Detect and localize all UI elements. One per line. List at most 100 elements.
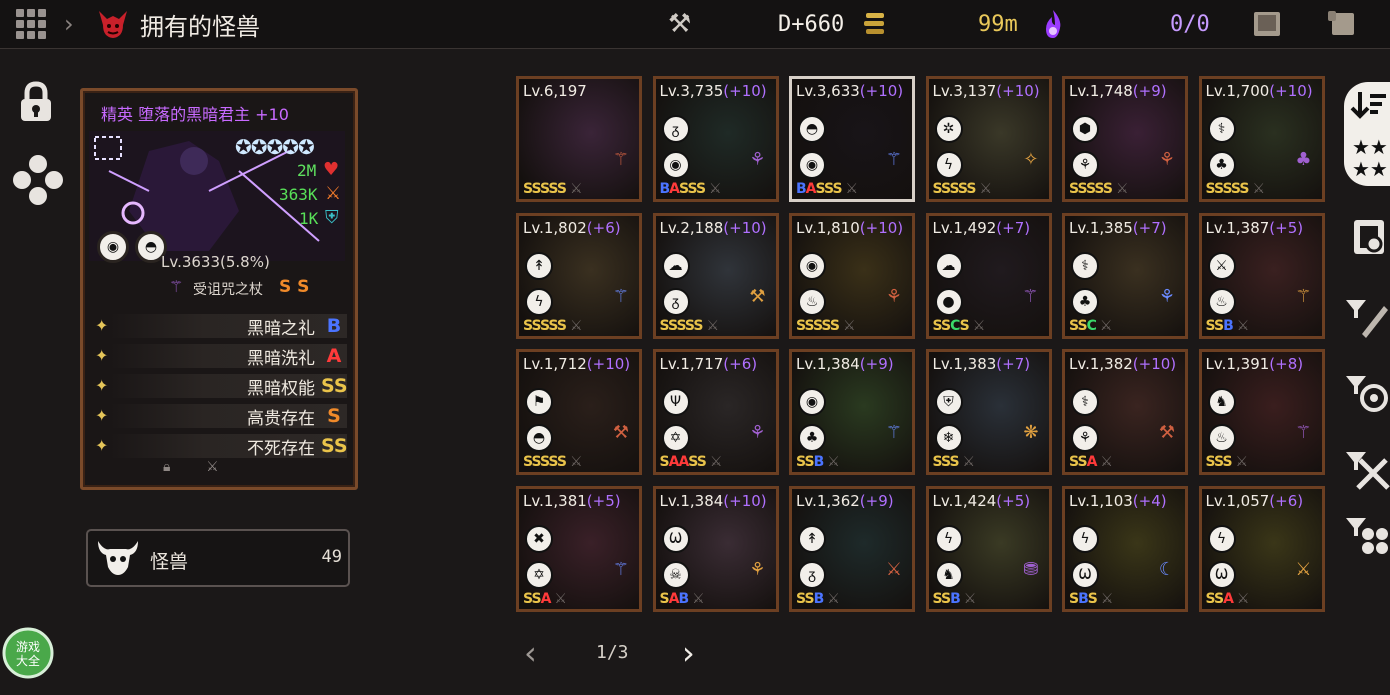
trait-icon: ♞: [1207, 388, 1236, 416]
crossed-swords-icon: ⚔: [569, 454, 583, 470]
monster-slot[interactable]: Lv.1,385(+7) ⚕ ♣ ⚘ SSC ⚔: [1062, 212, 1188, 339]
monster-level: Lv.1,492(+7): [933, 219, 1031, 237]
weapon-icon: ⚚: [885, 149, 902, 170]
grade-badges: SSSSS ⚔: [523, 317, 582, 334]
chevron-right-icon: ›: [64, 10, 74, 38]
monster-slot[interactable]: Lv.1,712(+10) ⚑ ◓ ⚒ SSSSS ⚔: [516, 349, 642, 475]
filter-swords-icon[interactable]: [1344, 446, 1390, 496]
weapon-icon: ❋: [1023, 422, 1039, 443]
trait-icon: ᵹ: [661, 115, 690, 143]
monster-slot[interactable]: Lv.1,492(+7) ☁ ● ⚚ SSCS ⚔: [925, 212, 1052, 339]
crossed-swords-icon: ⚔: [1236, 590, 1250, 607]
monster-level: Lv.1,802(+6): [523, 219, 621, 237]
skill-row[interactable]: ✦ 黑暗洗礼 A: [89, 341, 347, 371]
staff-icon: ⚚: [169, 277, 184, 296]
monster-slot[interactable]: Lv.1,810(+10) ◉ ♨ ⚘ SSSSS ⚔: [789, 212, 915, 339]
monster-category-label: 怪兽: [150, 551, 189, 573]
filter-weapon-icon[interactable]: [1344, 294, 1390, 344]
trait-icon: ↟: [525, 251, 553, 280]
skill-name: 黑暗权能: [247, 378, 315, 399]
monster-level: Lv.1,381(+5): [523, 492, 621, 510]
shield-icon: ⛨: [325, 207, 339, 228]
dpad-icon[interactable]: [10, 152, 66, 208]
screenshot-icon[interactable]: [1344, 212, 1390, 262]
monster-slot[interactable]: Lv.1,382(+10) ⚕ ⚘ ⚒ SSA ⚔: [1062, 349, 1188, 475]
monster-slot[interactable]: Lv.1,384(+9) ◉ ♣ ⚚ SSB ⚔: [789, 349, 915, 475]
star-rating: ✪✪✪✪✪: [235, 135, 315, 159]
monster-slot[interactable]: Lv.1,802(+6) ↟ ϟ ⚚ SSSSS ⚔: [516, 212, 642, 339]
trait-icon: ⚔: [1207, 251, 1236, 280]
weapon-icon: ⚒: [749, 285, 766, 307]
trait-icon: ♨: [1207, 287, 1236, 316]
trait-icon: Ѡ: [1071, 560, 1099, 589]
monster-slot[interactable]: Lv.1,700(+10) ⚕ ♣ ♣ SSSSS ⚔: [1198, 76, 1325, 202]
bull-skull-icon: [98, 541, 138, 575]
monster-slot[interactable]: Lv.1,057(+6) ϟ Ѡ ⚔ SSA ⚔: [1198, 485, 1325, 612]
grid-menu-icon[interactable]: [16, 0, 50, 48]
sort-icon[interactable]: [1344, 82, 1390, 132]
monster-slot[interactable]: Lv.3,735(+10) ᵹ ◉ ⚘ BASSS ⚔: [652, 76, 779, 202]
monster-slot[interactable]: Lv.1,424(+5) ϟ ♞ ⛃ SSB ⚔: [925, 485, 1052, 612]
svg-text:★★: ★★: [1352, 135, 1388, 159]
flame-icon: [1040, 0, 1066, 48]
monster-slot[interactable]: Lv.3,137(+10) ✲ ϟ ✧ SSSSS ⚔: [925, 76, 1052, 202]
monster-slot[interactable]: Lv.1,362(+9) ↟ ᵹ ⚔ SSB ⚔: [789, 485, 915, 612]
filter-target-icon[interactable]: [1344, 370, 1390, 420]
next-page-button[interactable]: ›: [682, 634, 695, 672]
trait-icon-1[interactable]: ◉: [97, 231, 129, 263]
monster-level: Lv.1,385(+7): [1069, 219, 1167, 237]
hammer-icon[interactable]: ⚒: [668, 0, 691, 48]
weapon-icon: ⚒: [1158, 422, 1175, 443]
scroll-icon[interactable]: [1326, 0, 1360, 48]
sort-panel: ★★ ★★: [1344, 82, 1390, 186]
monster-slot[interactable]: Lv.1,384(+10) Ѡ ☠ ⚘ SAB ⚔: [652, 485, 779, 612]
monster-slot[interactable]: Lv.1,383(+7) ⛨ ❄ ❋ SSS ⚔: [925, 349, 1052, 475]
filter-dots-icon[interactable]: [1344, 512, 1390, 562]
monster-slot[interactable]: Lv.1,103(+4) ϟ Ѡ ☾ SBS ⚔: [1062, 485, 1188, 612]
enhance-level: (+9): [859, 355, 894, 373]
monster-slot[interactable]: Lv.3,633(+10) ◓ ◉ ⚚ BASSS ⚔: [789, 76, 915, 202]
monster-category-button[interactable]: 怪兽 49: [86, 529, 350, 587]
grade-badges: BASSS ⚔: [659, 181, 722, 197]
enhance-level: (+10): [1269, 82, 1313, 100]
currency-m-value: 99m: [978, 11, 1018, 37]
star-filter-icon[interactable]: ★★★★: [1348, 134, 1390, 180]
weapon-icon: ⚘: [749, 558, 766, 580]
monster-slot[interactable]: Lv.2,188(+10) ☁ ᵹ ⚒ SSSSS ⚔: [652, 212, 779, 339]
trait-icon: ♨: [1207, 424, 1236, 452]
monster-slot[interactable]: Lv.1,381(+5) ✖ ✡ ⚚ SSA ⚔: [516, 485, 642, 612]
trait-icon: ◉: [798, 251, 826, 280]
enhance-level: (+7): [996, 218, 1031, 237]
crossed-swords-icon: ⚔: [962, 454, 976, 470]
weapon-icon: ⚔: [1295, 558, 1312, 580]
skill-name: 黑暗之礼: [247, 318, 315, 339]
crossed-swords-icon: ⚔: [1252, 181, 1265, 197]
level-text: Lv.1,492: [932, 218, 997, 237]
grade-badges: SSSSS ⚔: [1069, 181, 1128, 197]
monster-slot[interactable]: Lv.6,197 ⚚ SSSSS ⚔: [516, 76, 642, 202]
skill-name: 高贵存在: [247, 408, 315, 429]
app-badge-logo[interactable]: 游戏 大全: [0, 627, 56, 679]
monster-slot[interactable]: Lv.1,748(+9) ⬢ ⚘ ⚘ SSSSS ⚔: [1062, 76, 1188, 202]
monster-slot[interactable]: Lv.1,717(+6) Ψ ✡ ⚘ SAASS ⚔: [652, 349, 779, 475]
grade-badges: SAB ⚔: [659, 590, 705, 607]
skill-row[interactable]: ✦ 不死存在 SS: [89, 431, 348, 461]
skill-row[interactable]: ✦ 高贵存在 S: [89, 401, 347, 431]
enhance-level: (+10): [859, 218, 904, 237]
skill-row[interactable]: ✦ 黑暗权能 SS: [89, 371, 348, 401]
monster-level: Lv.1,362(+9): [796, 492, 894, 510]
skill-row[interactable]: ✦ 黑暗之礼 B: [89, 311, 347, 341]
enhance-level: (+4): [1132, 491, 1167, 510]
small-lock-icon: 🔒︎: [163, 459, 171, 475]
prev-page-button[interactable]: ‹: [524, 634, 537, 672]
lock-icon[interactable]: [16, 80, 56, 124]
attack-value: 363K: [279, 185, 318, 204]
level-text: Lv.1,712: [523, 355, 587, 373]
enhance-level: (+6): [1269, 491, 1304, 510]
monster-slot[interactable]: Lv.1,387(+5) ⚔ ♨ ⚚ SSB ⚔: [1198, 212, 1325, 339]
crossed-swords-icon: ⚔: [709, 181, 722, 197]
book-icon[interactable]: [1250, 0, 1284, 48]
weapon-icon: ⚚: [612, 149, 629, 170]
monster-level: Lv.1,717(+6): [660, 355, 758, 373]
monster-slot[interactable]: Lv.1,391(+8) ♞ ♨ ⚚ SSS ⚔: [1198, 349, 1325, 475]
